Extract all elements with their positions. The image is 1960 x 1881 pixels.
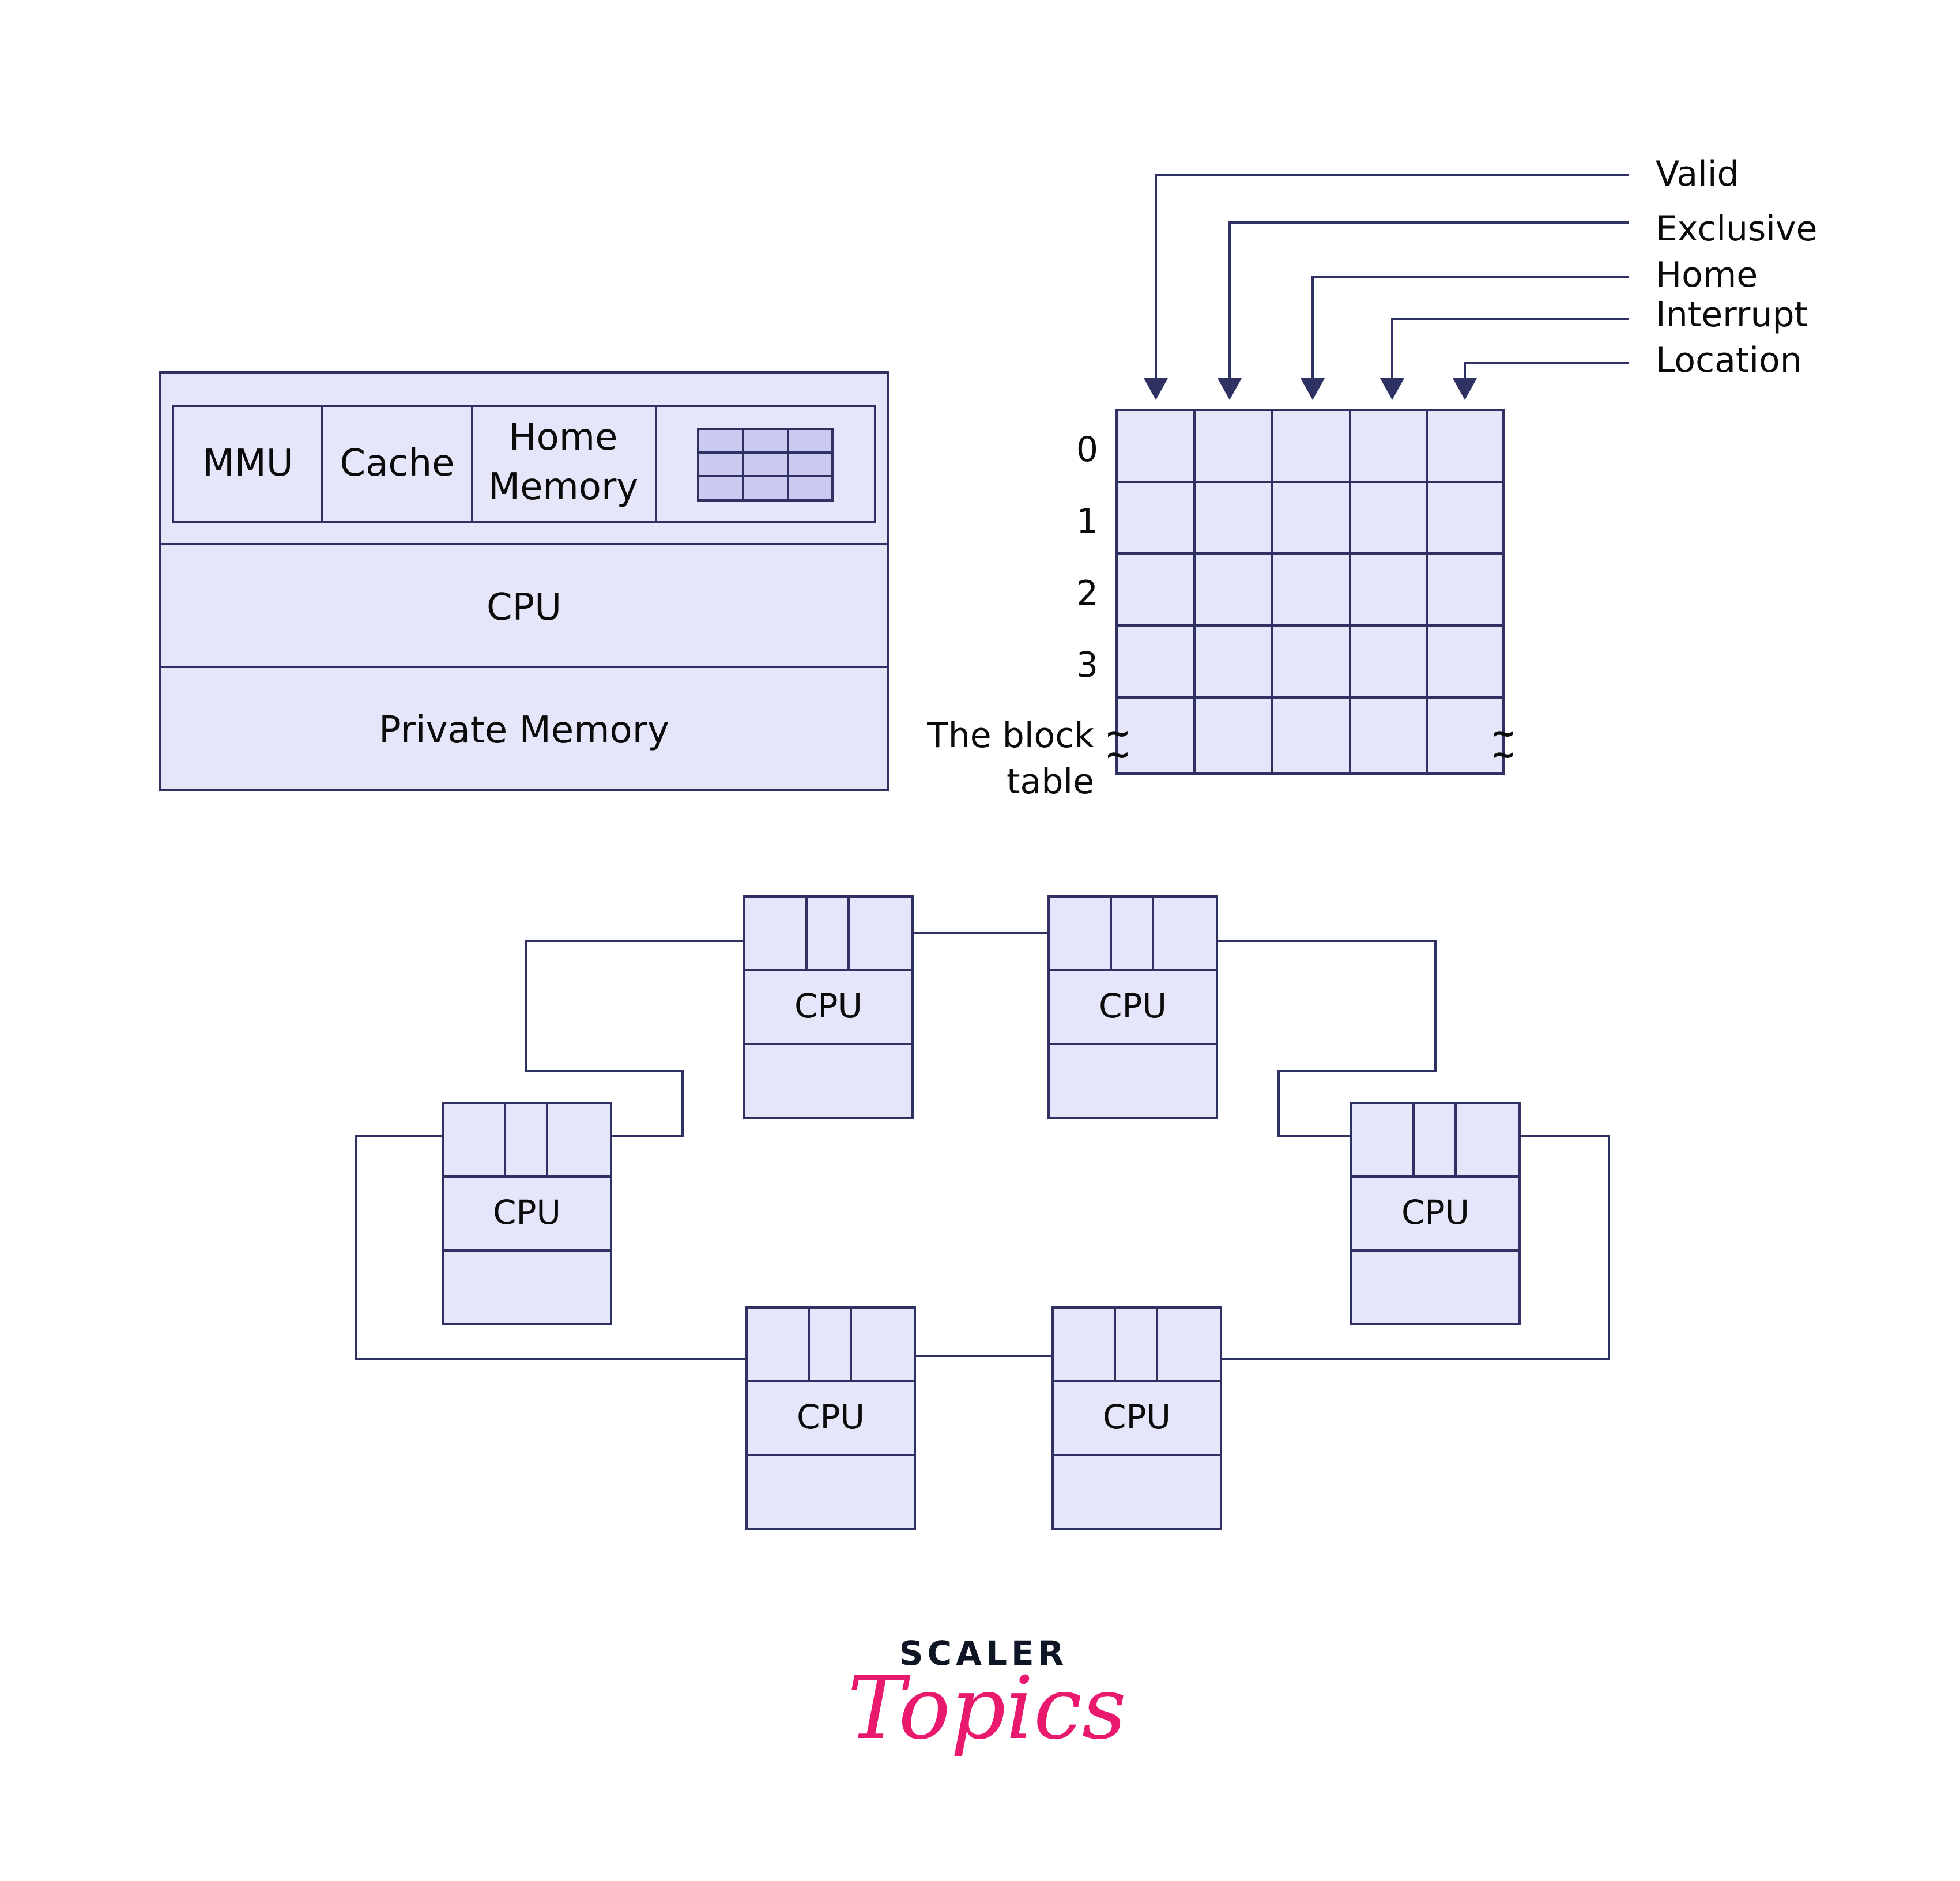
- block-table-cell: [1193, 481, 1273, 555]
- field-pointer-location: Location: [1453, 340, 1802, 400]
- arrow-down-icon: [1218, 378, 1242, 400]
- block-table-cell: [1426, 409, 1505, 483]
- block-table-cell: [1271, 624, 1351, 699]
- block-table-cell: [1426, 624, 1505, 699]
- directory-table-icon: [697, 428, 834, 502]
- row-index-label: 1: [1076, 502, 1098, 542]
- block-table-cell: [1193, 696, 1273, 775]
- arrow-down-icon: [1144, 378, 1168, 400]
- logo-sub: Topics: [847, 1658, 1126, 1759]
- cpu-node-right: CPU: [1350, 1102, 1521, 1325]
- block-table-cell: [1271, 552, 1351, 627]
- block-table: 0123The blocktable~~~~ValidExclusiveHome…: [926, 154, 1817, 802]
- leader-line: [1228, 221, 1629, 380]
- scaler-topics-logo: SCALER Topics: [847, 1634, 1126, 1759]
- arrow-down-icon: [1453, 378, 1477, 400]
- field-label: Home: [1656, 255, 1758, 295]
- cpu-node-label: CPU: [1401, 1193, 1469, 1232]
- block-table-cell: [1349, 409, 1428, 483]
- cpu-node-label: CPU: [1099, 986, 1167, 1026]
- row-index-label: 0: [1076, 429, 1098, 470]
- cpu-node-bottom-right: CPU: [1051, 1306, 1222, 1530]
- block-table-cell: [1349, 481, 1428, 555]
- cpu-node-label: CPU: [1103, 1397, 1171, 1437]
- block-table-cell: [1349, 696, 1428, 775]
- leader-line: [1391, 318, 1629, 380]
- cache-label: Cache: [340, 442, 454, 485]
- block-table-cell: [1426, 481, 1505, 555]
- continuation-mark-icon: ~: [1105, 736, 1130, 772]
- field-label: Exclusive: [1656, 209, 1817, 249]
- field-label: Location: [1656, 340, 1802, 380]
- block-table-cell: [1193, 409, 1273, 483]
- block-table-cell: [1193, 552, 1273, 627]
- block-table-cell: [1349, 552, 1428, 627]
- arrow-down-icon: [1380, 378, 1404, 400]
- leader-line: [1464, 362, 1629, 380]
- leader-line: [1311, 276, 1629, 380]
- private-memory-label: Private Memory: [379, 709, 669, 752]
- arrow-down-icon: [1301, 378, 1325, 400]
- block-table-cell: [1115, 409, 1196, 483]
- cpu-node-top-left: CPU: [743, 895, 914, 1119]
- field-label: Interrupt: [1656, 295, 1808, 335]
- block-table-caption: table: [1007, 762, 1094, 802]
- field-label: Valid: [1656, 154, 1739, 194]
- mmu-label: MMU: [202, 442, 293, 485]
- continuation-mark-icon: ~: [1490, 736, 1516, 772]
- block-table-cell: [1426, 552, 1505, 627]
- block-table-cell: [1349, 624, 1428, 699]
- block-table-cell: [1115, 624, 1196, 699]
- cpu-node-top-right: CPU: [1047, 895, 1218, 1119]
- block-table-cell: [1271, 481, 1351, 555]
- block-table-cell: [1115, 481, 1196, 555]
- block-table-cell: [1193, 624, 1273, 699]
- home-memory-label-line2: Memory: [488, 466, 638, 508]
- node-detail-box: MMU Cache Home Memory CPU Private Memory: [159, 371, 889, 791]
- row-index-label: 3: [1076, 645, 1098, 685]
- cpu-node-left: CPU: [442, 1102, 612, 1325]
- block-table-cell: [1271, 409, 1351, 483]
- cpu-node-bottom-left: CPU: [745, 1306, 916, 1530]
- cpu-node-label: CPU: [493, 1193, 561, 1232]
- block-table-caption: The block: [926, 715, 1094, 756]
- cpu-ring: CPU CPU CPU CPU CPU CPU: [442, 895, 1521, 1530]
- block-table-cell: [1115, 552, 1196, 627]
- cpu-node-label: CPU: [797, 1397, 865, 1437]
- row-index-label: 2: [1076, 574, 1098, 614]
- cpu-node-label: CPU: [794, 986, 862, 1026]
- home-memory-label-line1: Home: [509, 416, 618, 459]
- dsm-architecture-diagram: MMU Cache Home Memory CPU Private Memory…: [159, 154, 1817, 1759]
- block-table-cell: [1271, 696, 1351, 775]
- cpu-label: CPU: [487, 586, 561, 629]
